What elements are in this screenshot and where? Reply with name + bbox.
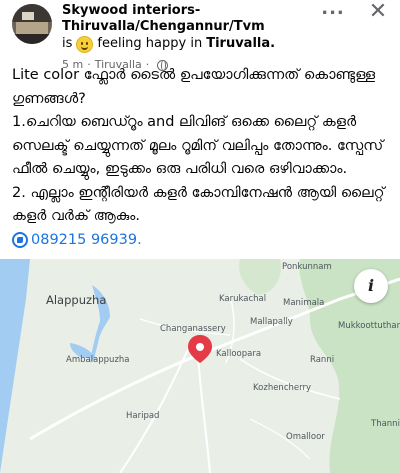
location-map[interactable]: Ponkunnam Alappuzha Karukachal Manimala … bbox=[0, 259, 400, 473]
feeling-line: is feeling happy in Tiruvalla. bbox=[62, 35, 352, 53]
map-label-omalloor: Omalloor bbox=[286, 432, 325, 442]
feeling-text: feeling happy in bbox=[97, 36, 203, 51]
forest-area bbox=[239, 259, 281, 295]
whatsapp-icon bbox=[12, 232, 28, 249]
happy-emoji-icon bbox=[76, 35, 94, 53]
feeling-place-link[interactable]: Tiruvalla. bbox=[206, 35, 275, 53]
phone-link[interactable]: 089215 96939. bbox=[12, 229, 396, 253]
phone-suffix: . bbox=[137, 231, 142, 248]
feeling-prefix: is bbox=[62, 36, 73, 51]
map-info-button[interactable]: i bbox=[354, 269, 388, 303]
post-body: Lite color ഫ്ലോർ ടൈൽ ഉപയോഗിക്കുന്നത് കൊണ… bbox=[12, 64, 396, 252]
map-label-changanassery: Changanassery bbox=[160, 324, 226, 334]
map-label-manimala: Manimala bbox=[283, 298, 325, 308]
map-label-ranni: Ranni bbox=[310, 355, 335, 365]
more-options-button[interactable]: ... bbox=[318, 0, 348, 22]
post-body-line: Lite color ഫ്ലോർ ടൈൽ ഉപയോഗിക്കുന്നത് കൊണ… bbox=[12, 67, 376, 107]
map-label-kozhencherry: Kozhencherry bbox=[253, 383, 311, 393]
author-avatar[interactable] bbox=[12, 4, 52, 44]
map-canvas bbox=[0, 259, 400, 473]
map-label-mukkoottuthara: Mukkoottuthara bbox=[338, 321, 400, 331]
close-button[interactable]: ✕ bbox=[364, 0, 392, 26]
location-pin-dot bbox=[196, 343, 204, 351]
post-body-line: 2. എല്ലാം ഇന്റീരിയർ കളർ കോമ്പിനേഷൻ ആയി ല… bbox=[12, 184, 385, 225]
map-label-thannithodu: Thannit bbox=[371, 419, 400, 429]
map-label-ambalappuzha: Ambalappuzha bbox=[66, 355, 130, 365]
author-name[interactable]: Skywood interiors-Thiruvalla/Chengannur/… bbox=[62, 3, 352, 35]
map-label-alappuzha: Alappuzha bbox=[46, 293, 107, 307]
map-label-mallapally: Mallapally bbox=[250, 317, 293, 327]
sea-area bbox=[0, 259, 30, 473]
map-label-haripad: Haripad bbox=[126, 411, 160, 421]
map-label-kalloppara: Kalloopara bbox=[216, 349, 262, 359]
phone-number[interactable]: 089215 96939 bbox=[31, 229, 137, 253]
map-label-ponkunnam: Ponkunnam bbox=[282, 262, 332, 272]
map-label-karukachal: Karukachal bbox=[219, 294, 267, 304]
post-header: Skywood interiors-Thiruvalla/Chengannur/… bbox=[0, 0, 400, 71]
road bbox=[239, 358, 341, 400]
post-body-line: 1.ചെറിയ ബെഡ്റൂം and ലിവിങ് ഒക്കെ ലൈറ്റ് … bbox=[12, 114, 384, 177]
post-header-text: Skywood interiors-Thiruvalla/Chengannur/… bbox=[62, 3, 352, 73]
road bbox=[197, 354, 211, 473]
